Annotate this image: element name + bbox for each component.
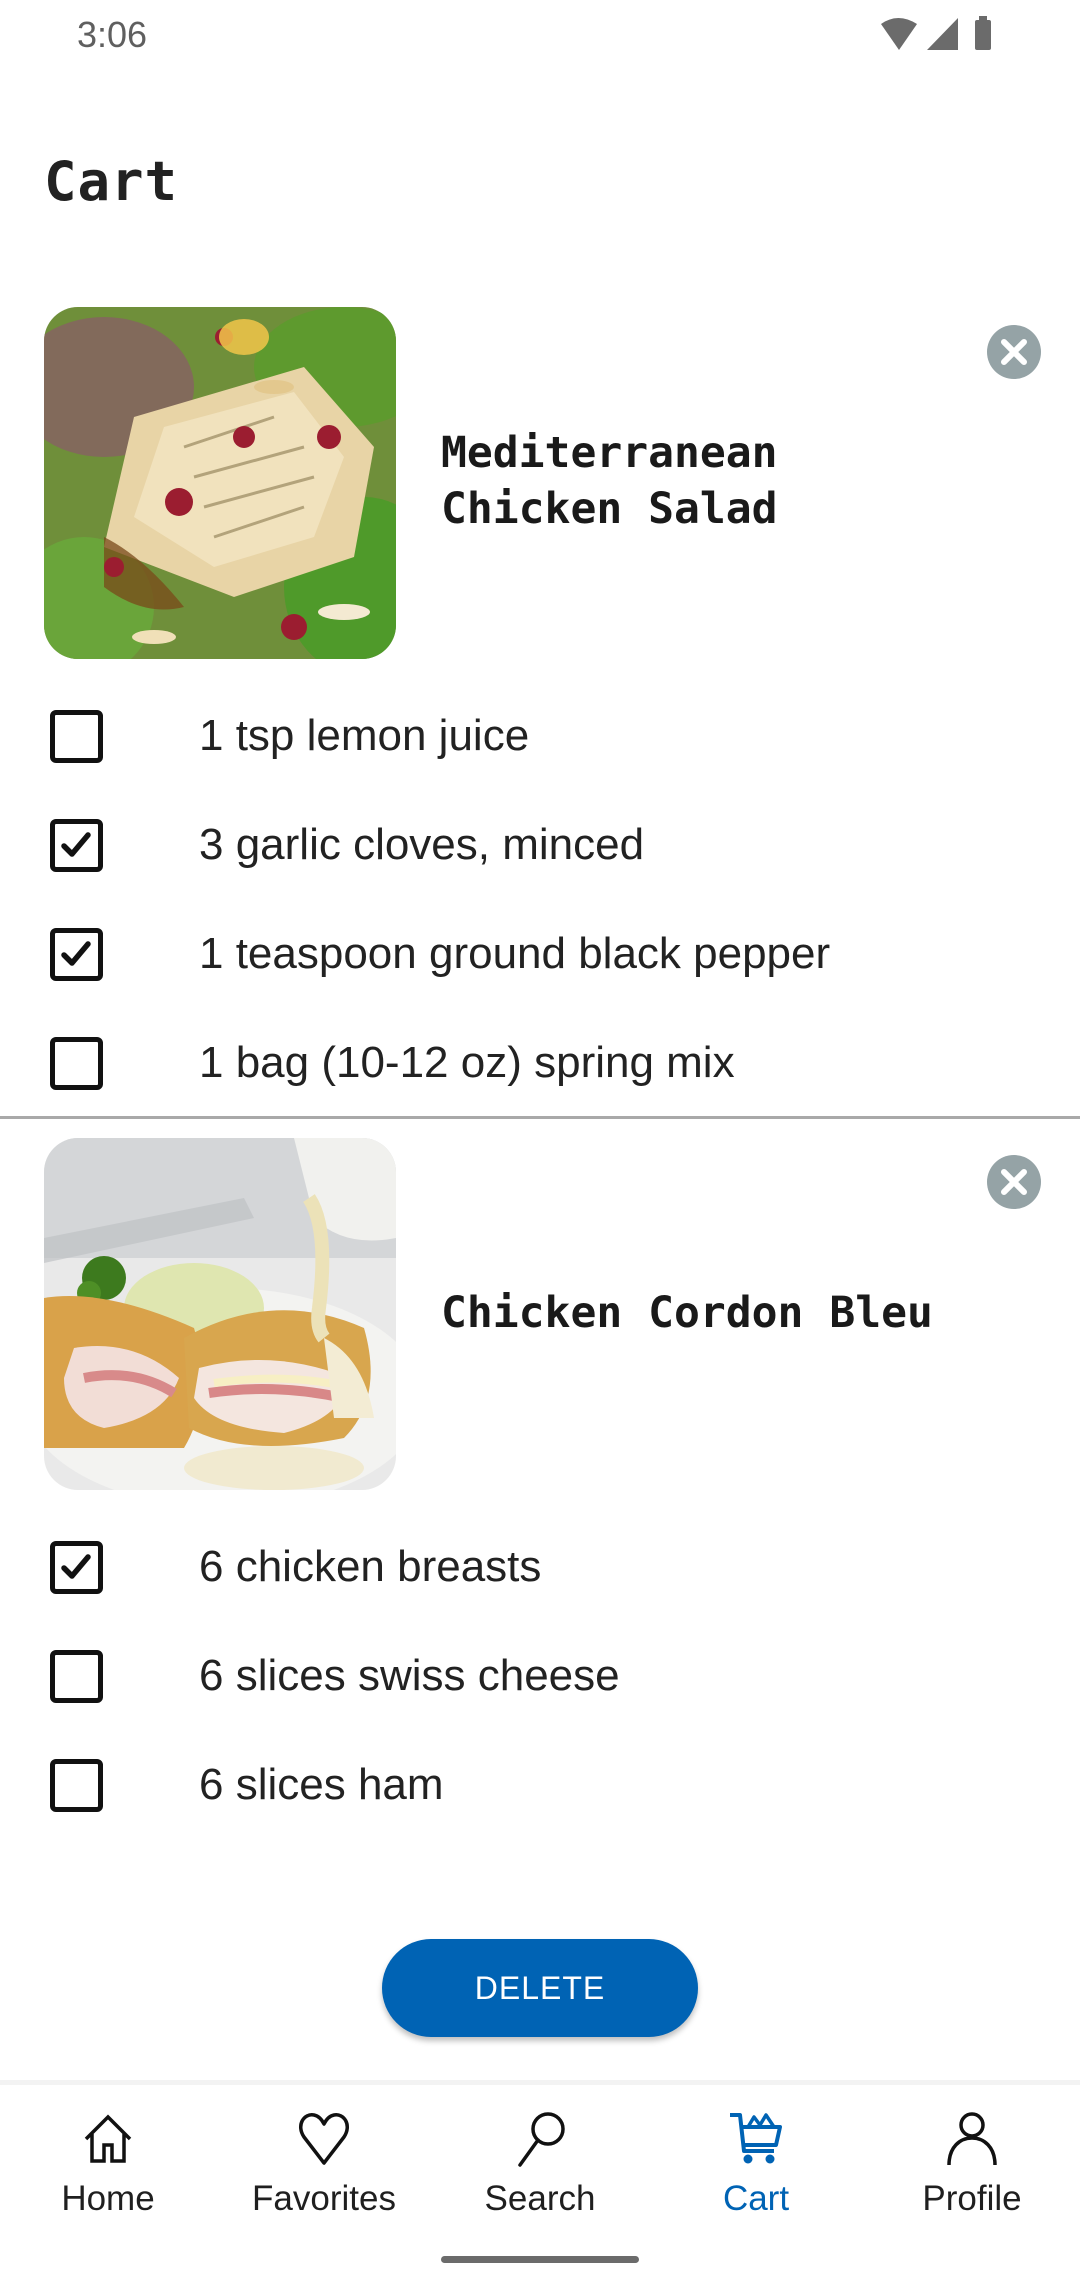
ingredient-checkbox[interactable]: [50, 1650, 103, 1703]
ingredient-label: 1 bag (10-12 oz) spring mix: [199, 1038, 735, 1087]
delete-button[interactable]: DELETE: [382, 1939, 698, 2037]
nav-item-search[interactable]: Search: [432, 2107, 648, 2227]
recipe-image: [44, 307, 396, 659]
ingredient-row[interactable]: 6 slices ham: [0, 1745, 1080, 1825]
close-icon: [1001, 339, 1027, 365]
recipe-image: [44, 1138, 396, 1490]
status-time: 3:06: [77, 14, 148, 55]
nav-label: Search: [484, 2179, 596, 2218]
ingredient-row[interactable]: 1 tsp lemon juice: [0, 696, 1080, 776]
ingredient-label: 6 slices ham: [199, 1760, 444, 1809]
cellular-signal-icon: [927, 18, 958, 50]
remove-recipe-button[interactable]: [987, 1155, 1041, 1209]
checkmark-icon: [61, 941, 91, 966]
ingredient-row[interactable]: 6 chicken breasts: [0, 1527, 1080, 1607]
ingredient-checkbox[interactable]: [50, 819, 103, 872]
profile-icon: [947, 2112, 997, 2166]
ingredient-row[interactable]: 1 teaspoon ground black pepper: [0, 914, 1080, 994]
close-icon: [1001, 1169, 1027, 1195]
ingredient-row[interactable]: 6 slices swiss cheese: [0, 1636, 1080, 1716]
chicken-cordon-bleu-photo: [44, 1138, 396, 1490]
search-icon: [518, 2112, 565, 2167]
ingredient-label: 3 garlic cloves, minced: [199, 820, 645, 869]
ingredient-checkbox[interactable]: [50, 1037, 103, 1090]
nav-item-favorites[interactable]: Favorites: [216, 2107, 432, 2227]
ingredient-label: 1 tsp lemon juice: [199, 711, 530, 760]
battery-icon: [975, 16, 991, 50]
recipe-name: Mediterranean Chicken Salad: [441, 428, 778, 534]
chicken-salad-photo: [44, 307, 396, 659]
nav-label: Favorites: [252, 2179, 396, 2218]
page-title: Cart: [44, 150, 179, 213]
ingredient-checkbox[interactable]: [50, 1541, 103, 1594]
ingredient-label: 6 chicken breasts: [199, 1542, 542, 1591]
ingredient-checkbox[interactable]: [50, 928, 103, 981]
status-bar: 3:06: [0, 0, 1080, 70]
recipe-name: Chicken Cordon Bleu: [441, 1288, 933, 1338]
nav-label: Cart: [722, 2179, 790, 2218]
checkmark-icon: [61, 832, 91, 857]
ingredient-checkbox[interactable]: [50, 1759, 103, 1812]
nav-item-profile[interactable]: Profile: [864, 2107, 1080, 2227]
ingredient-label: 6 slices swiss cheese: [199, 1651, 620, 1700]
ingredient-row[interactable]: 1 bag (10-12 oz) spring mix: [0, 1023, 1080, 1103]
nav-item-home[interactable]: Home: [0, 2107, 216, 2227]
ingredient-checkbox[interactable]: [50, 710, 103, 763]
nav-label: Profile: [922, 2179, 1022, 2218]
nav-item-cart[interactable]: Cart: [648, 2107, 864, 2227]
bottom-nav: Home Favorites Search Cart Profile: [0, 2080, 1080, 2280]
recipe-divider: [0, 1116, 1080, 1119]
ingredient-row[interactable]: 3 garlic cloves, minced: [0, 805, 1080, 885]
nav-label: Home: [61, 2179, 155, 2218]
status-icons: [878, 16, 1018, 54]
home-indicator[interactable]: [441, 2256, 639, 2263]
wifi-icon: [881, 18, 917, 50]
home-icon: [84, 2114, 132, 2163]
checkmark-icon: [61, 1554, 91, 1579]
heart-icon: [299, 2113, 349, 2165]
cart-icon: [730, 2113, 782, 2164]
ingredient-label: 1 teaspoon ground black pepper: [199, 929, 831, 978]
remove-recipe-button[interactable]: [987, 325, 1041, 379]
